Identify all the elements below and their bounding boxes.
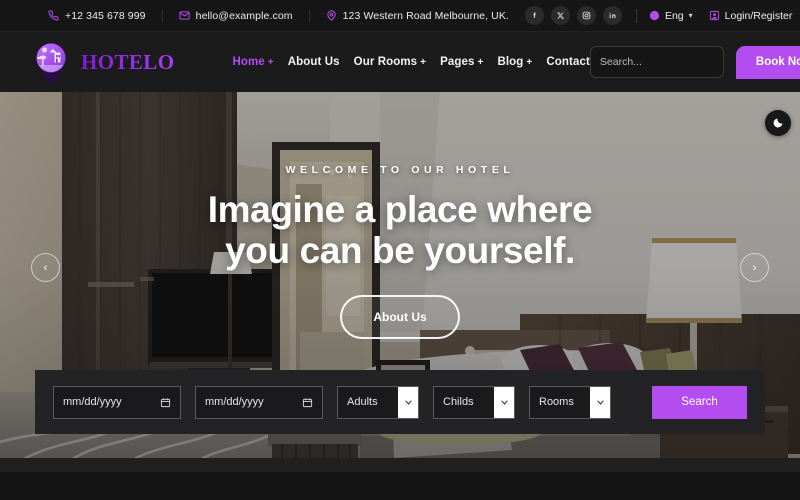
phone-contact[interactable]: +12 345 678 999 [32, 10, 162, 22]
main-navigation: Home + About Us Our Rooms + Pages + Blog… [232, 56, 589, 68]
booking-search-bar: mm/dd/yyyy mm/dd/yyyy Adults Childs [35, 370, 765, 434]
chevron-down-icon[interactable] [494, 387, 514, 418]
envelope-icon [179, 10, 190, 21]
calendar-icon[interactable] [160, 397, 171, 408]
phone-number: +12 345 678 999 [65, 10, 146, 22]
address-contact[interactable]: 123 Western Road Melbourne, UK. [309, 10, 525, 22]
plus-icon: + [268, 57, 274, 68]
header-actions: Book Now [590, 46, 800, 79]
search-input[interactable] [600, 56, 735, 68]
header-search[interactable] [590, 46, 724, 78]
hero-title-line-2: you can be yourself. [0, 230, 800, 271]
top-bar-right: Eng ▾ Login/Register [525, 6, 792, 25]
login-register-label: Login/Register [725, 10, 793, 22]
hero-title: Imagine a place where you can be yoursel… [0, 189, 800, 272]
dark-mode-toggle[interactable] [765, 110, 791, 136]
nav-label: Blog [497, 56, 523, 68]
x-twitter-icon[interactable] [551, 6, 570, 25]
top-bar-divider [636, 9, 637, 23]
instagram-icon[interactable] [577, 6, 596, 25]
chevron-down-icon[interactable] [398, 387, 418, 418]
nav-item-blog[interactable]: Blog + [497, 56, 532, 68]
top-contact-bar: +12 345 678 999 hello@example.com 123 We… [0, 0, 800, 32]
nav-label: Our Rooms [354, 56, 418, 68]
plus-icon: + [526, 57, 532, 68]
hero-about-us-button[interactable]: About Us [340, 295, 460, 339]
nav-item-pages[interactable]: Pages + [440, 56, 483, 68]
checkin-date-value: mm/dd/yyyy [63, 396, 122, 408]
linkedin-icon[interactable] [603, 6, 622, 25]
chevron-left-icon: ‹ [44, 262, 48, 274]
brand-name: HOTELO [81, 50, 174, 75]
chevron-down-icon[interactable] [590, 387, 610, 418]
slider-next-button[interactable]: › [740, 253, 769, 282]
moon-icon [772, 117, 784, 129]
childs-label: Childs [443, 396, 494, 408]
nav-item-contact[interactable]: Contact [546, 56, 590, 68]
social-links [525, 6, 634, 25]
nav-item-our-rooms[interactable]: Our Rooms + [354, 56, 426, 68]
chevron-right-icon: › [753, 262, 757, 274]
nav-item-home[interactable]: Home + [232, 56, 273, 68]
hotel-landing-page: +12 345 678 999 hello@example.com 123 We… [0, 0, 800, 500]
adults-label: Adults [347, 396, 398, 408]
childs-select[interactable]: Childs [433, 386, 515, 419]
adults-select[interactable]: Adults [337, 386, 419, 419]
facebook-icon[interactable] [525, 6, 544, 25]
user-account-icon [709, 10, 720, 21]
login-register-link[interactable]: Login/Register [709, 10, 793, 22]
top-contact-list: +12 345 678 999 hello@example.com 123 We… [32, 10, 525, 22]
checkout-date-value: mm/dd/yyyy [205, 396, 264, 408]
address-text: 123 Western Road Melbourne, UK. [343, 10, 509, 22]
slider-prev-button[interactable]: ‹ [31, 253, 60, 282]
hero-title-line-1: Imagine a place where [0, 189, 800, 230]
plus-icon: + [478, 57, 484, 68]
checkin-date-field[interactable]: mm/dd/yyyy [53, 386, 181, 419]
booking-search-button[interactable]: Search [652, 386, 747, 419]
email-contact[interactable]: hello@example.com [162, 10, 309, 22]
globe-icon [649, 10, 660, 21]
nav-label: About Us [288, 56, 340, 68]
location-pin-icon [326, 10, 337, 21]
hero-eyebrow: WELCOME TO OUR HOTEL [0, 164, 800, 176]
phone-icon [48, 10, 59, 21]
nav-label: Contact [546, 56, 590, 68]
brand-logo-link[interactable]: HOTELO [30, 37, 174, 87]
site-header: HOTELO Home + About Us Our Rooms + Pages… [0, 32, 800, 92]
book-now-button[interactable]: Book Now [736, 46, 800, 79]
hero-content: WELCOME TO OUR HOTEL Imagine a place whe… [0, 164, 800, 339]
language-selector[interactable]: Eng ▾ [649, 10, 693, 22]
language-label: Eng [665, 10, 684, 22]
hotel-pin-logo-icon [30, 39, 72, 87]
rooms-select[interactable]: Rooms [529, 386, 611, 419]
nav-item-about-us[interactable]: About Us [288, 56, 340, 68]
email-address: hello@example.com [196, 10, 293, 22]
chevron-down-icon: ▾ [689, 11, 693, 20]
nav-label: Home [232, 56, 264, 68]
nav-label: Pages [440, 56, 474, 68]
plus-icon: + [420, 57, 426, 68]
hero-slider: ‹ › WELCOME TO OUR HOTEL Imagine a place… [0, 92, 800, 472]
checkout-date-field[interactable]: mm/dd/yyyy [195, 386, 323, 419]
rooms-label: Rooms [539, 396, 590, 408]
calendar-icon[interactable] [302, 397, 313, 408]
